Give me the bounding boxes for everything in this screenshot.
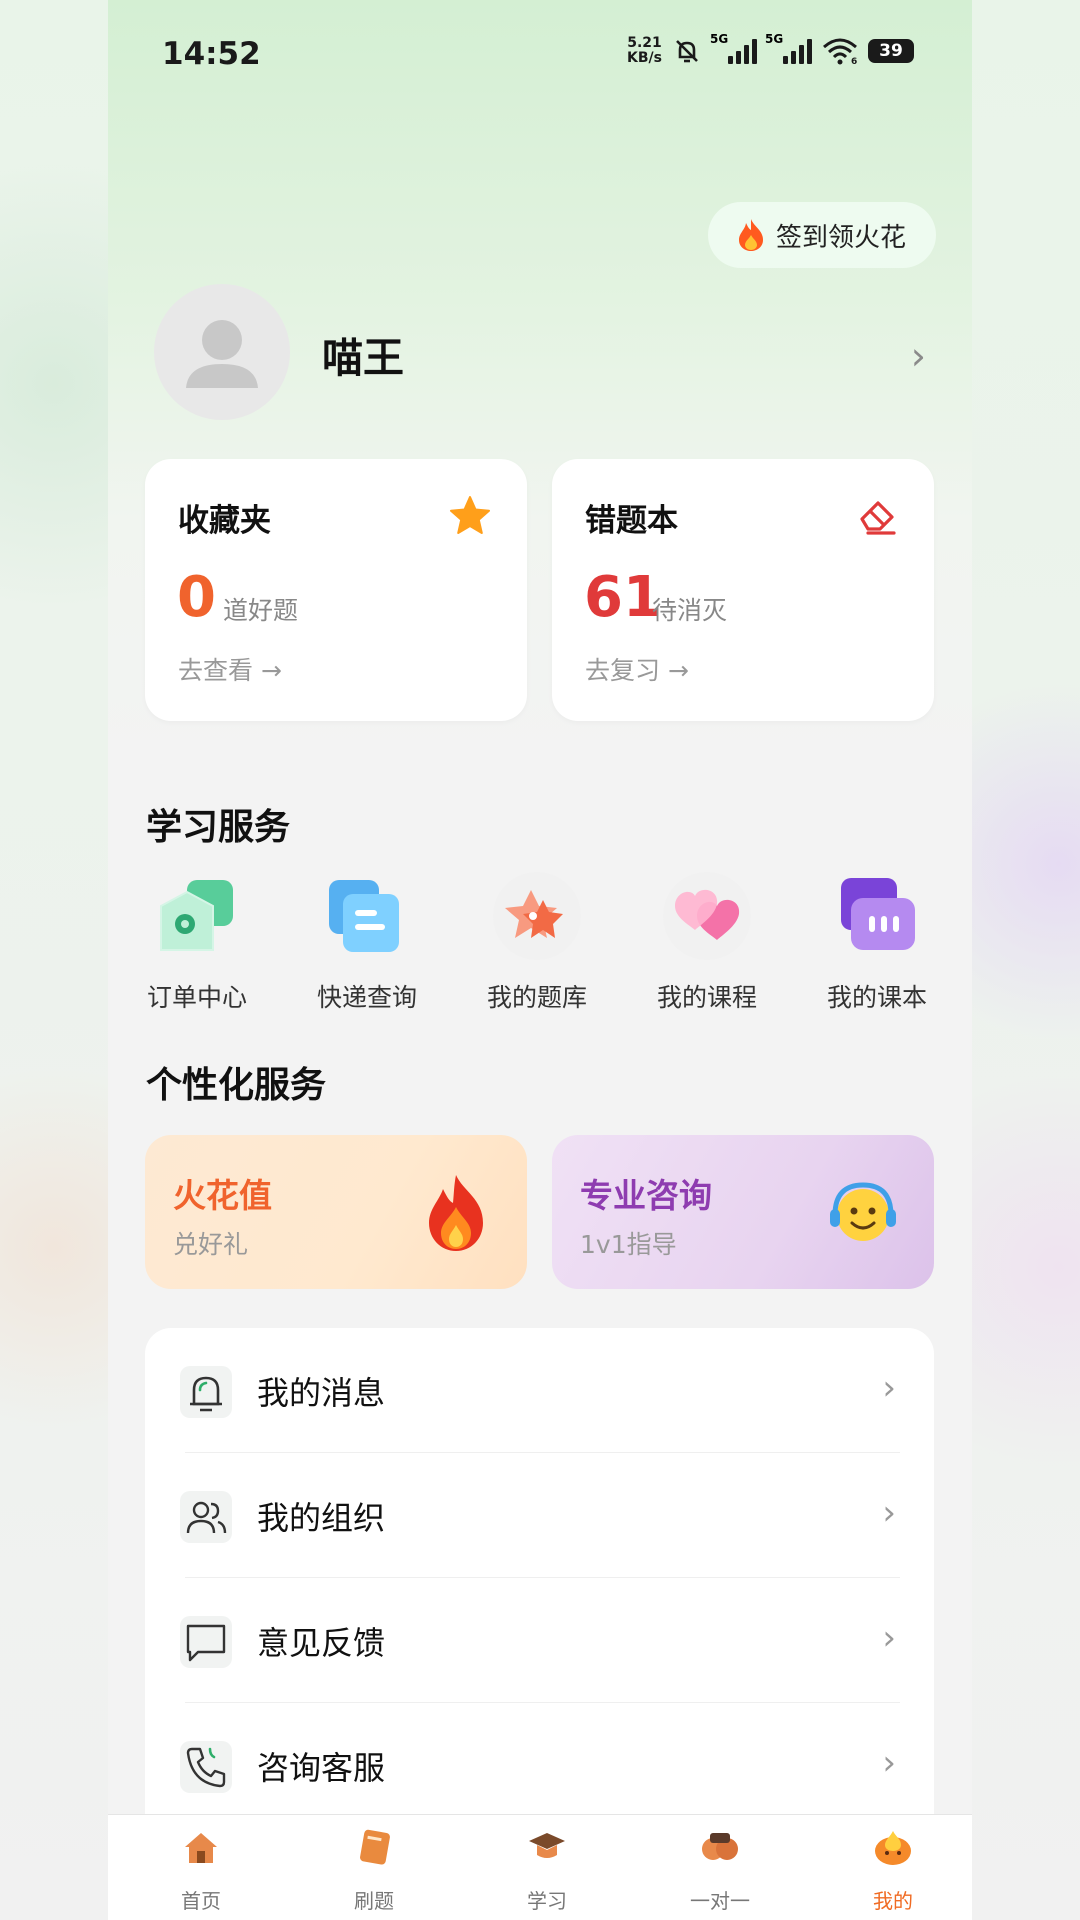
service-delivery[interactable]: 快递查询 — [302, 870, 432, 1014]
phone-icon — [180, 1741, 232, 1793]
textbook-icon — [841, 878, 915, 950]
tab-profile[interactable]: 我的 — [833, 1825, 953, 1914]
service-label: 我的题库 — [486, 983, 587, 1012]
personal-services-title: 个性化服务 — [146, 1065, 327, 1106]
checkin-label: 签到领火花 — [775, 222, 906, 253]
star-icon — [450, 496, 490, 534]
signal-2-label: 5G — [765, 32, 784, 46]
chevron-right-icon: › — [882, 1618, 896, 1658]
wrong-book-unit: 待消灭 — [652, 596, 728, 625]
status-time: 14:52 — [162, 36, 261, 72]
bottom-tab-bar: 首页 刷题 学习 一对一 我的 — [108, 1814, 972, 1920]
user-silhouette-icon — [186, 320, 258, 388]
menu-item-organization[interactable]: 我的组织 › — [145, 1453, 934, 1578]
learning-services: 订单中心 快递查询 我的题库 我的课程 我的课本 — [132, 870, 972, 1020]
favorites-title: 收藏夹 — [178, 503, 271, 539]
menu-item-label: 我的消息 — [257, 1374, 386, 1412]
chevron-right-icon[interactable]: › — [911, 334, 926, 378]
bell-icon — [180, 1366, 232, 1418]
order-icon — [160, 880, 233, 951]
tab-label: 刷题 — [354, 1889, 394, 1913]
favorites-action[interactable]: 去查看 → — [178, 651, 282, 687]
service-order-center[interactable]: 订单中心 — [132, 870, 262, 1014]
menu-item-label: 咨询客服 — [257, 1749, 386, 1787]
wrong-book-title: 错题本 — [585, 503, 678, 539]
tab-label: 一对一 — [690, 1889, 750, 1913]
menu-item-label: 意见反馈 — [257, 1624, 386, 1662]
practice-icon — [360, 1829, 390, 1865]
consult-subtitle: 1v1指导 — [580, 1230, 677, 1259]
tab-one-on-one[interactable]: 一对一 — [660, 1825, 780, 1914]
flame-icon — [429, 1175, 483, 1251]
course-icon — [663, 872, 751, 960]
tab-label: 学习 — [527, 1889, 567, 1913]
wifi-icon: 6 — [823, 38, 857, 65]
service-label: 订单中心 — [146, 983, 247, 1012]
home-icon — [185, 1833, 217, 1863]
service-textbook[interactable]: 我的课本 — [812, 870, 942, 1014]
username[interactable]: 喵王 — [322, 324, 404, 384]
learning-services-title: 学习服务 — [146, 807, 291, 848]
tab-label: 首页 — [181, 1889, 221, 1913]
favorites-card[interactable]: 收藏夹 0 道好题 去查看 → — [145, 459, 527, 721]
chevron-right-icon: › — [882, 1743, 896, 1783]
service-question-bank[interactable]: 我的题库 — [472, 870, 602, 1014]
consult-title: 专业咨询 — [580, 1176, 712, 1215]
mute-bell-icon — [676, 40, 698, 63]
service-label: 我的课本 — [826, 983, 927, 1012]
service-label: 快递查询 — [316, 983, 417, 1012]
tab-study[interactable]: 学习 — [487, 1825, 607, 1914]
service-label: 我的课程 — [656, 983, 757, 1012]
eraser-icon — [860, 501, 896, 535]
status-bar: 14:52 5.21 KB/s 5G 5G 6 39 — [108, 0, 972, 110]
status-icons: 5.21 KB/s 5G 5G 6 39 — [627, 32, 914, 66]
delivery-icon — [329, 880, 399, 952]
question-bank-icon — [493, 872, 581, 960]
signal-1-label: 5G — [710, 32, 729, 46]
favorites-unit: 道好题 — [223, 596, 299, 625]
net-speed: 5.21 KB/s — [627, 36, 662, 66]
wrong-book-count: 61 — [584, 565, 662, 630]
net-speed-value: 5.21 — [627, 35, 662, 51]
one-on-one-icon — [702, 1833, 738, 1860]
wrong-book-action[interactable]: 去复习 → — [585, 651, 689, 687]
menu-item-label: 我的组织 — [257, 1499, 386, 1537]
group-icon — [180, 1491, 232, 1543]
battery-icon: 39 — [868, 39, 914, 63]
flame-icon — [738, 219, 763, 251]
chevron-right-icon: › — [882, 1493, 896, 1533]
tab-practice[interactable]: 刷题 — [314, 1825, 434, 1914]
signal-icon: 5G — [710, 32, 757, 64]
menu-item-messages[interactable]: 我的消息 › — [145, 1328, 934, 1453]
wrong-book-card[interactable]: 错题本 61 待消灭 去复习 → — [552, 459, 934, 721]
tab-label: 我的 — [873, 1889, 913, 1913]
favorites-count: 0 — [177, 565, 216, 630]
chevron-right-icon: › — [882, 1368, 896, 1408]
tab-home[interactable]: 首页 — [141, 1825, 261, 1914]
spark-points-card[interactable]: 火花值 兑好礼 — [145, 1135, 527, 1289]
profile-icon — [875, 1831, 911, 1865]
spark-title: 火花值 — [173, 1176, 272, 1215]
avatar[interactable] — [154, 284, 290, 420]
consult-card[interactable]: 专业咨询 1v1指导 — [552, 1135, 934, 1289]
net-speed-unit: KB/s — [627, 50, 662, 66]
feedback-icon — [180, 1616, 232, 1668]
menu-item-customer-service[interactable]: 咨询客服 › — [145, 1703, 934, 1828]
headset-smiley-icon — [830, 1182, 896, 1241]
signal-icon-2: 5G — [765, 32, 812, 64]
service-course[interactable]: 我的课程 — [642, 870, 772, 1014]
wifi-label: 6 — [851, 57, 857, 65]
menu-item-feedback[interactable]: 意见反馈 › — [145, 1578, 934, 1703]
study-icon — [529, 1833, 565, 1858]
spark-subtitle: 兑好礼 — [173, 1230, 249, 1259]
checkin-button[interactable]: 签到领火花 — [707, 202, 936, 268]
phone-screen: 14:52 5.21 KB/s 5G 5G 6 39 签到领火花 喵王 › 收藏… — [108, 0, 972, 1920]
